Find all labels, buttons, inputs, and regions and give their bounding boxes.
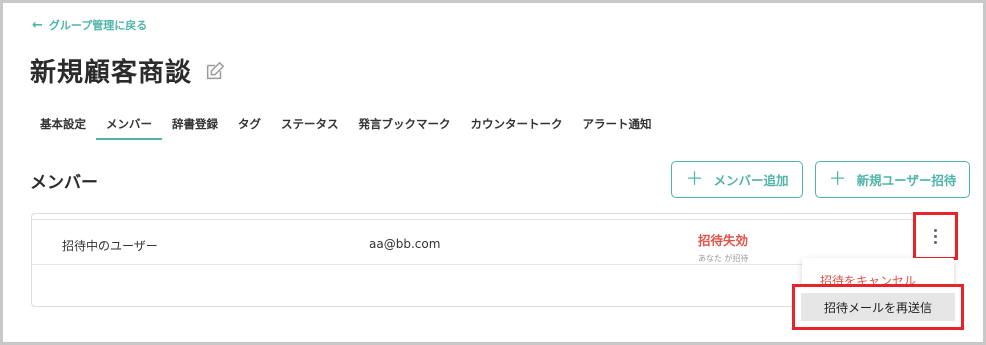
member-email: aa@bb.com	[369, 237, 441, 251]
menu-item-resend-invite[interactable]: 招待メールを再送信	[792, 284, 964, 330]
tab-bar: 基本設定 メンバー 辞書登録 タグ ステータス 発言ブックマーク カウンタートー…	[30, 108, 662, 140]
tab-bookmarks[interactable]: 発言ブックマーク	[349, 108, 461, 140]
tab-alerts[interactable]: アラート通知	[573, 108, 662, 140]
member-name: 招待中のユーザー	[62, 239, 158, 253]
add-member-label: メンバー追加	[713, 173, 789, 188]
tab-basic-settings[interactable]: 基本設定	[30, 108, 96, 140]
status-badge: 招待失効	[698, 233, 749, 248]
tab-dictionary[interactable]: 辞書登録	[162, 108, 228, 140]
tab-counter-talk[interactable]: カウンタートーク	[461, 108, 573, 140]
more-vertical-icon	[934, 228, 937, 244]
status-invited-by: あなた が招待	[698, 254, 749, 263]
tab-tags[interactable]: タグ	[228, 108, 271, 140]
tab-members[interactable]: メンバー	[96, 108, 162, 140]
edit-icon[interactable]	[204, 60, 226, 82]
back-link-label: グループ管理に戻る	[48, 19, 148, 32]
row-menu-button[interactable]	[913, 212, 958, 260]
invite-user-label: 新規ユーザー招待	[856, 173, 957, 188]
resend-invite-label: 招待メールを再送信	[801, 293, 955, 321]
section-title: メンバー	[30, 173, 98, 193]
add-member-button[interactable]: ＋ メンバー追加	[671, 161, 803, 198]
plus-icon: ＋	[828, 168, 847, 190]
page-title: 新規顧客商談	[30, 58, 193, 88]
page-title-row: 新規顧客商談	[30, 52, 226, 89]
arrow-left-icon: ←	[32, 17, 43, 33]
invite-user-button[interactable]: ＋ 新規ユーザー招待	[815, 161, 970, 198]
tab-status[interactable]: ステータス	[271, 108, 349, 140]
member-status: 招待失効 あなた が招待	[698, 230, 749, 264]
back-to-groups-link[interactable]: ← グループ管理に戻る	[32, 17, 147, 33]
plus-icon: ＋	[685, 168, 704, 190]
